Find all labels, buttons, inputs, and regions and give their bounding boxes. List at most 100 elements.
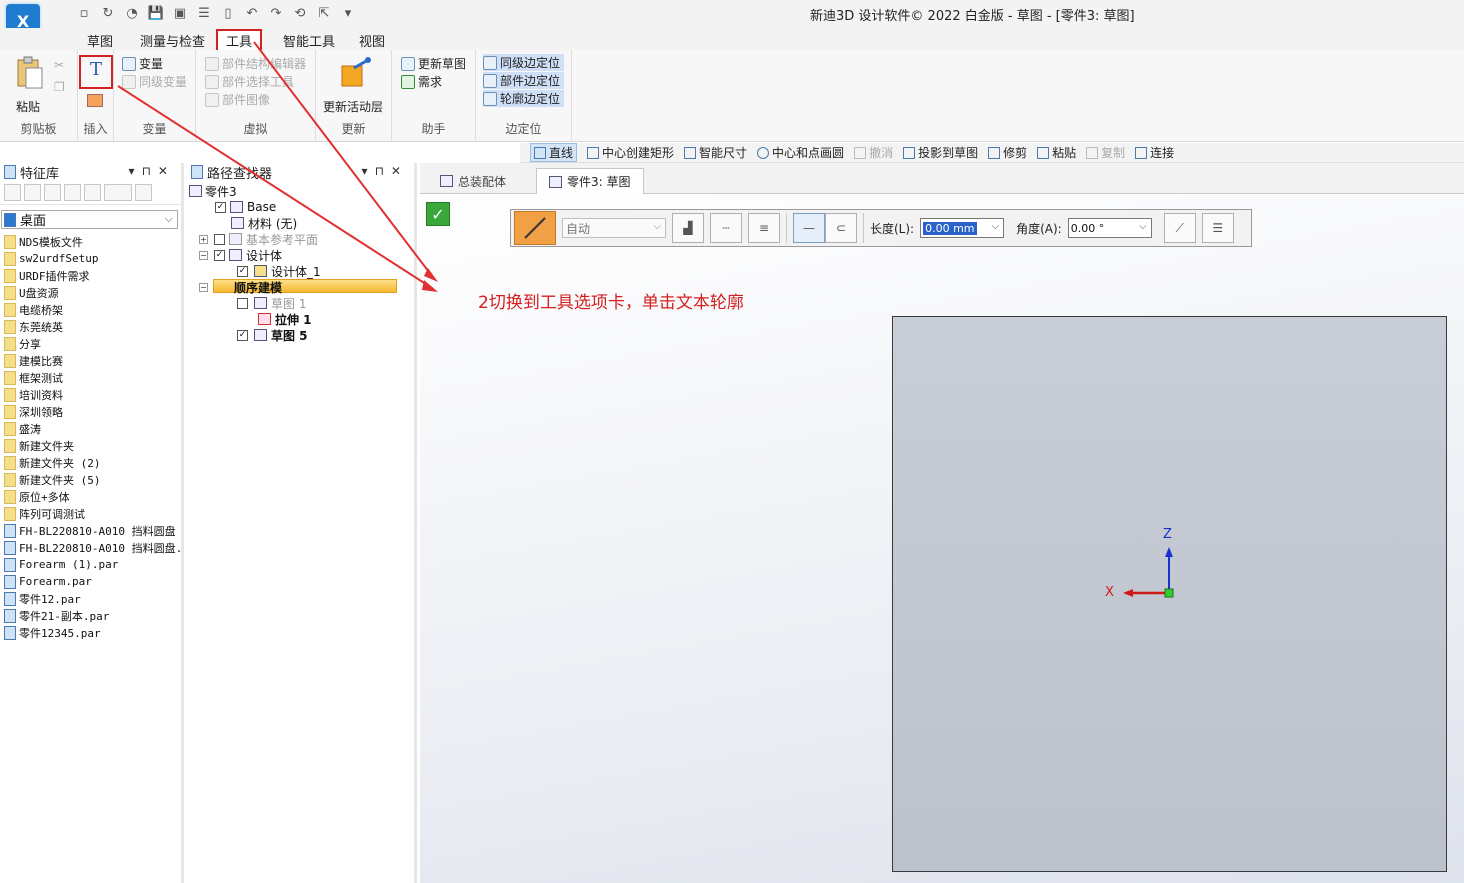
requirement-button[interactable]: 需求 — [401, 73, 442, 90]
panel-controls[interactable]: ▾⊓✕ — [362, 164, 408, 178]
paste-icon[interactable] — [12, 56, 46, 90]
cmd-connect[interactable]: 连接 — [1135, 144, 1174, 161]
list-item[interactable]: 原位+多体 — [0, 488, 181, 505]
list-item[interactable]: 零件12.par — [0, 590, 181, 607]
list-item[interactable]: URDF插件需求 — [0, 267, 181, 284]
collapse-icon[interactable]: − — [199, 282, 208, 292]
list-item[interactable]: FH-BL220810-A010 挡料圆盘 — [0, 522, 181, 539]
list-item[interactable]: 培训资料 — [0, 386, 181, 403]
tab-assembly[interactable]: 总装配体 — [428, 168, 518, 194]
part-edge-position-button[interactable]: 部件边定位 — [483, 72, 565, 89]
list-item[interactable]: 新建文件夹 (2) — [0, 454, 181, 471]
line-type-button[interactable]: ┄ — [710, 213, 742, 243]
cut-icon[interactable]: ✂ — [54, 58, 64, 72]
variable-table-button[interactable]: 变量 — [122, 55, 163, 72]
list-item[interactable]: 深圳领略 — [0, 403, 181, 420]
cmd-line[interactable]: 直线 — [530, 143, 578, 162]
panel-controls[interactable]: ▾⊓✕ — [129, 164, 175, 178]
history-icon[interactable]: ⟲ — [290, 4, 310, 22]
cmd-copy[interactable]: 复制 — [1086, 144, 1125, 161]
collapse-icon[interactable]: − — [199, 250, 208, 260]
page-icon[interactable]: ▯ — [218, 4, 238, 22]
tree-sketch5[interactable]: ✓ 草图 5 — [187, 327, 414, 343]
cmd-smart-dimension[interactable]: 智能尺寸 — [684, 144, 747, 161]
list-item[interactable]: 零件12345.par — [0, 624, 181, 641]
list-item[interactable]: 建模比赛 — [0, 352, 181, 369]
list-item[interactable]: FH-BL220810-A010 挡料圆盘.: — [0, 539, 181, 556]
cmd-trim[interactable]: 修剪 — [988, 144, 1027, 161]
ref-planes-checkbox[interactable] — [214, 233, 225, 245]
list-item[interactable]: 东莞统英 — [0, 318, 181, 335]
list-item[interactable]: 分享 — [0, 335, 181, 352]
tree-sketch1[interactable]: 草图 1 — [187, 295, 414, 311]
sketch-canvas[interactable]: Z X — [892, 316, 1447, 872]
select-tool-icon[interactable]: ⇱ — [314, 4, 334, 22]
profile-edge-position-button[interactable]: 轮廓边定位 — [483, 90, 565, 107]
forward-icon[interactable] — [44, 184, 61, 201]
cmd-undo[interactable]: 撤消 — [854, 144, 893, 161]
arc-mode-button[interactable]: ⊂ — [825, 213, 857, 243]
tree-design-body[interactable]: − ✓ 设计体 — [187, 247, 414, 263]
base-checkbox[interactable]: ✓ — [215, 201, 226, 213]
color-button[interactable]: ▟ — [672, 213, 704, 243]
list-item[interactable]: 盛涛 — [0, 420, 181, 437]
part-selection-tool-button[interactable]: 部件选择工具 — [205, 73, 294, 90]
peer-variable-button[interactable]: 同级变量 — [122, 73, 187, 90]
up-folder-icon[interactable] — [64, 184, 81, 201]
update-sketch-button[interactable]: 更新草图 — [401, 55, 466, 72]
projection-line-button[interactable]: ⟋ — [1163, 213, 1196, 243]
list-item[interactable]: 阵列可调测试 — [0, 505, 181, 522]
tab-sketch[interactable]: 草图 — [87, 31, 113, 50]
list-item[interactable]: 电缆桥架 — [0, 301, 181, 318]
part-structure-editor-button[interactable]: 部件结构编辑器 — [205, 55, 306, 72]
close-file-icon[interactable]: ◔ — [122, 4, 142, 22]
line-mode-button[interactable]: — — [793, 213, 825, 243]
back-icon[interactable] — [24, 184, 41, 201]
line-mode-select[interactable]: 自动 ⌵ — [562, 218, 666, 238]
location-dropdown[interactable]: 桌面 ⌵ — [1, 210, 178, 229]
graphics-viewport[interactable]: ✓ 自动 ⌵ ▟ ┄ ≡ — ⊂ 长度(L): 0.00 mm ⌵ 角度(A): — [420, 194, 1464, 883]
open-icon[interactable]: ↻ — [98, 4, 118, 22]
list-item[interactable]: U盘资源 — [0, 284, 181, 301]
new-folder-icon[interactable] — [84, 184, 101, 201]
part-image-button[interactable]: 部件图像 — [205, 91, 270, 108]
tab-smart-tools[interactable]: 智能工具 — [283, 31, 335, 50]
customize-qat-icon[interactable]: ▾ — [338, 4, 358, 22]
sketch5-checkbox[interactable]: ✓ — [237, 329, 248, 341]
sketch1-checkbox[interactable] — [237, 297, 248, 309]
length-input[interactable]: 0.00 mm ⌵ — [920, 218, 1005, 238]
undo-icon[interactable]: ↶ — [242, 4, 262, 22]
peer-edge-position-button[interactable]: 同级边定位 — [483, 54, 565, 71]
list-item[interactable]: Forearm.par — [0, 573, 181, 590]
angle-input[interactable]: 0.00 ° ⌵ — [1067, 218, 1152, 238]
tree-extrude1[interactable]: 拉伸 1 — [187, 311, 414, 327]
tree-root[interactable]: 零件3 — [187, 183, 414, 199]
view-mode-icon[interactable] — [104, 184, 132, 201]
list-item[interactable]: 新建文件夹 — [0, 437, 181, 454]
save-all-icon[interactable]: ▣ — [170, 4, 190, 22]
line-width-button[interactable]: ≡ — [748, 213, 780, 243]
redo-icon[interactable]: ↷ — [266, 4, 286, 22]
cmd-project-to-sketch[interactable]: 投影到草图 — [903, 144, 978, 161]
update-active-layer-icon[interactable] — [338, 56, 372, 90]
update-active-layer-button[interactable]: 更新活动层 — [323, 98, 383, 115]
save-icon[interactable]: 💾 — [146, 4, 166, 22]
expand-icon[interactable]: + — [199, 234, 208, 244]
list-item[interactable]: sw2urdfSetup — [0, 250, 181, 267]
line-tool-button[interactable] — [514, 211, 556, 245]
accept-button[interactable]: ✓ — [426, 202, 450, 226]
design-body-checkbox[interactable]: ✓ — [214, 249, 225, 261]
tree-material[interactable]: 材料 (无) — [187, 215, 414, 231]
tree-base[interactable]: ✓ Base — [187, 199, 414, 215]
list-item[interactable]: 框架测试 — [0, 369, 181, 386]
tree-design-body-1[interactable]: ✓ 设计体_1 — [187, 263, 414, 279]
properties-icon[interactable]: ☰ — [194, 4, 214, 22]
paste-button[interactable]: 粘贴 — [16, 98, 40, 115]
home-icon[interactable] — [4, 184, 21, 201]
tree-sequential[interactable]: − 顺序建模 — [187, 279, 414, 295]
tab-measure-inspect[interactable]: 测量与检查 — [140, 31, 205, 50]
search-icon[interactable] — [135, 184, 152, 201]
image-icon[interactable] — [87, 94, 103, 107]
tab-view[interactable]: 视图 — [359, 31, 385, 50]
list-item[interactable]: Forearm (1).par — [0, 556, 181, 573]
